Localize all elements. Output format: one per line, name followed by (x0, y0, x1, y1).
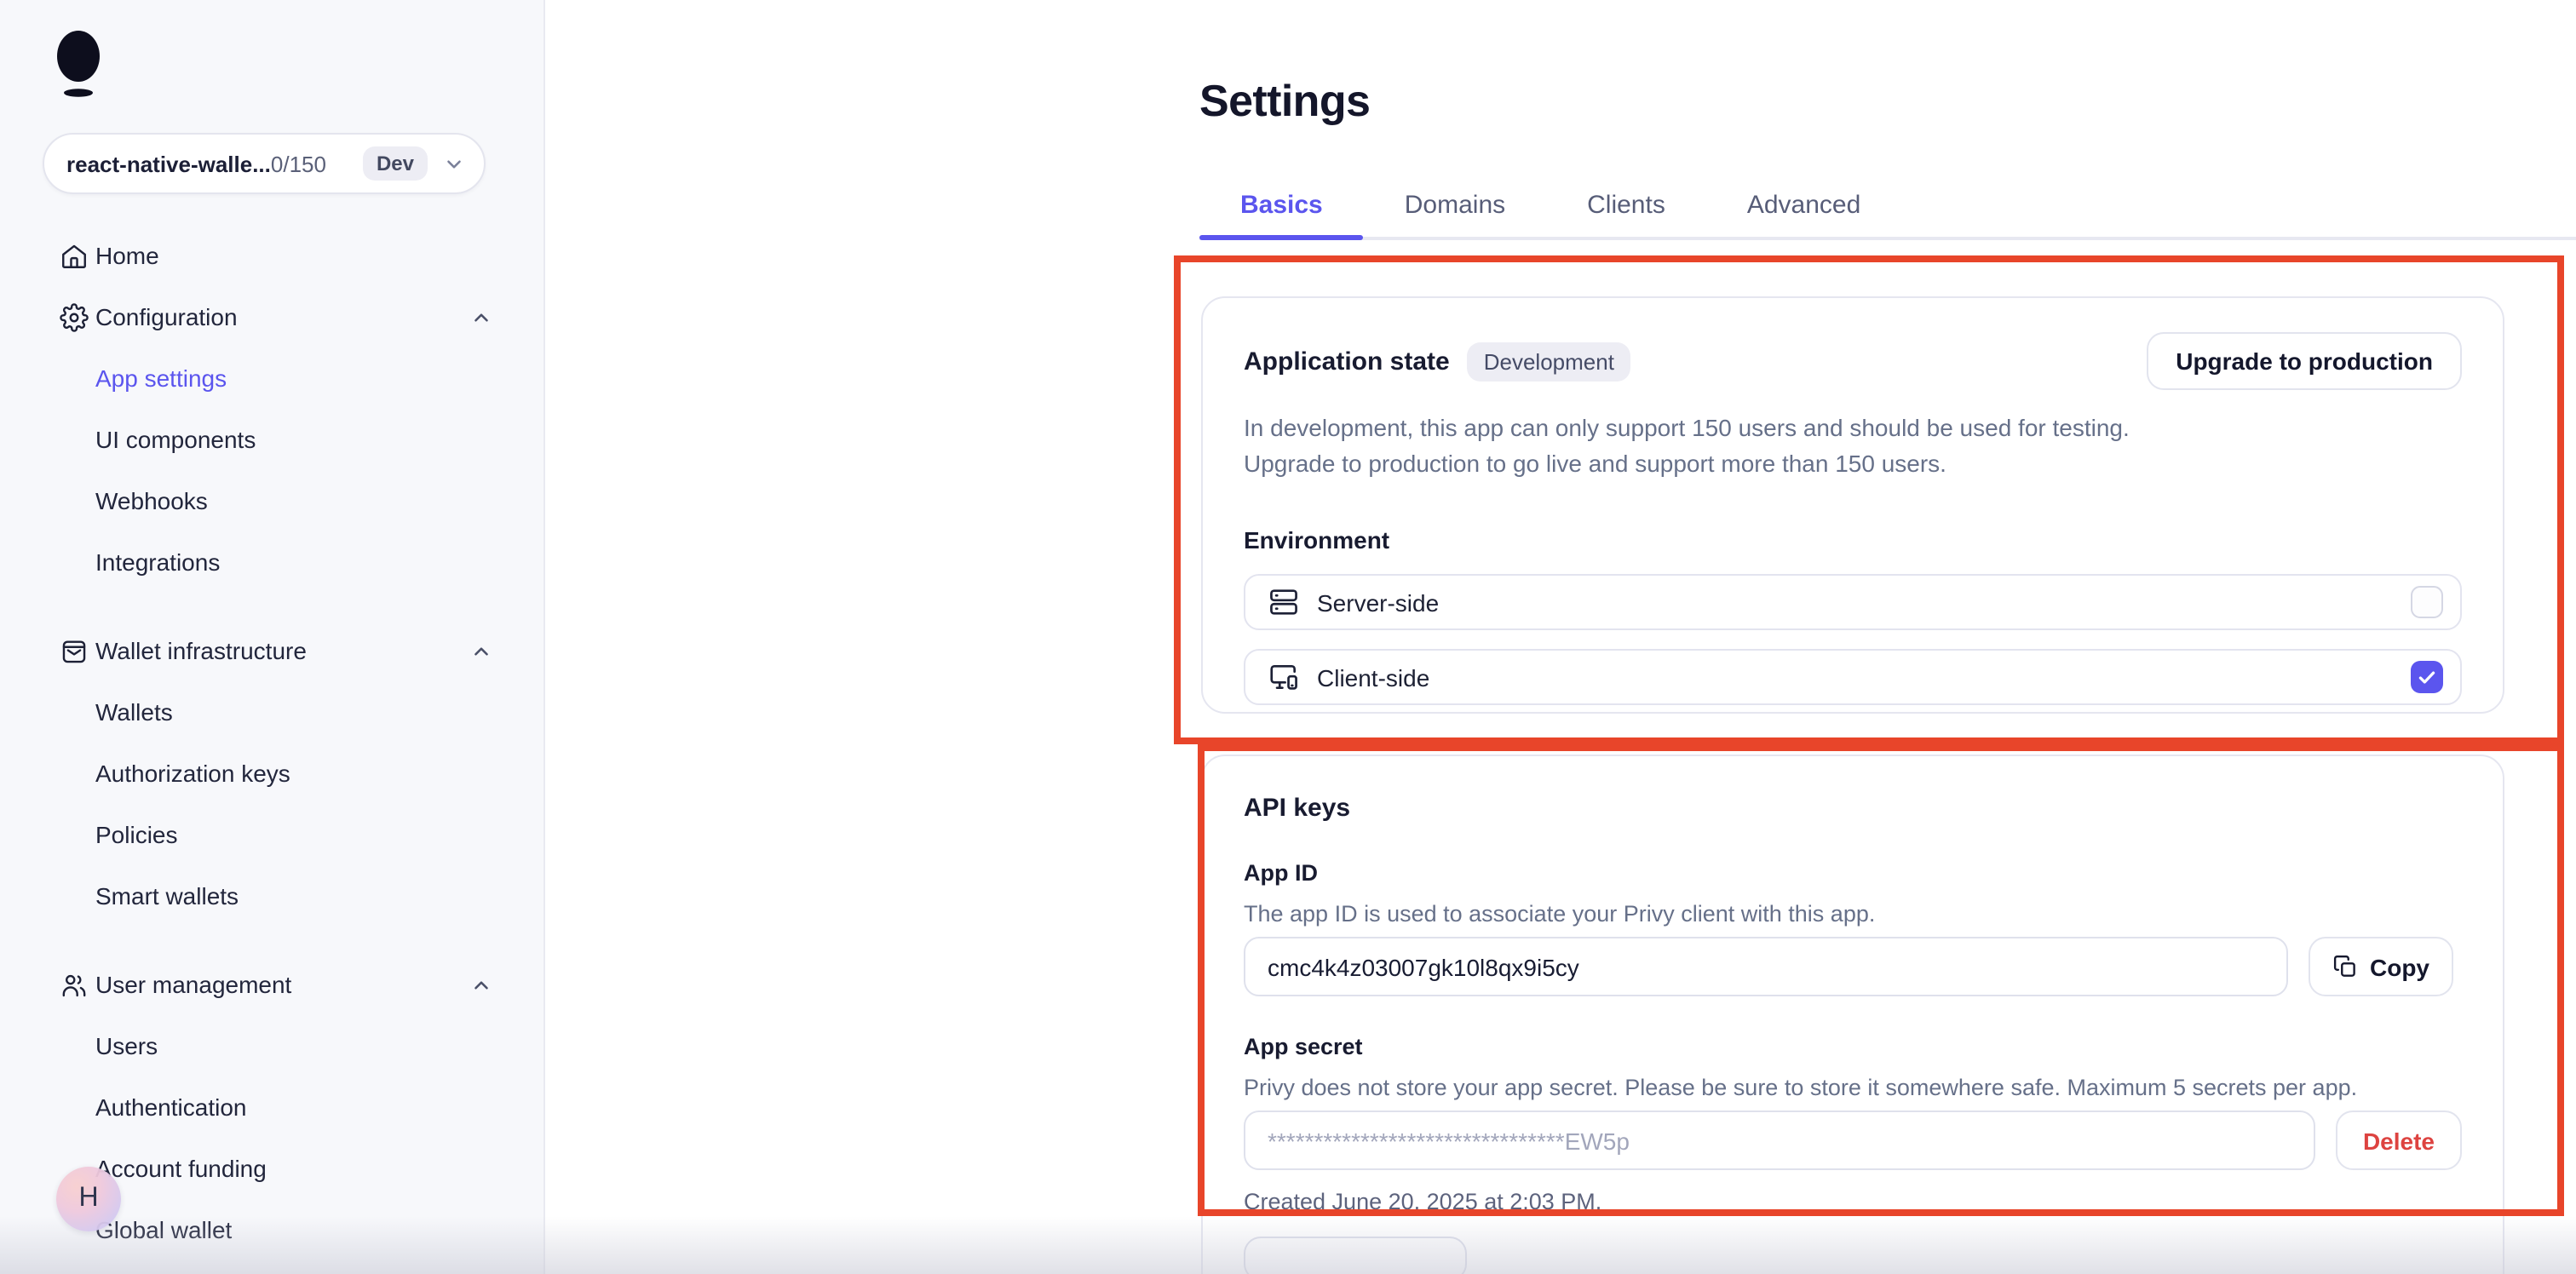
main-content: Settings Basics Domains Clients Advanced… (545, 0, 2576, 1274)
sidebar-item-policies[interactable]: Policies (0, 804, 543, 865)
chevron-up-icon (470, 640, 492, 662)
api-keys-card: API keys App ID The app ID is used to as… (1201, 755, 2504, 1274)
sidebar-item-label: Wallets (95, 698, 173, 726)
sidebar-nav: Home Configuration App settings UI compo… (0, 225, 543, 1260)
app-secret-input[interactable] (1244, 1110, 2315, 1170)
tab-basics[interactable]: Basics (1199, 175, 1364, 237)
sidebar-item-label: App settings (95, 364, 227, 392)
sidebar-item-label: Webhooks (95, 487, 208, 514)
sidebar-item-label: Smart wallets (95, 882, 239, 910)
privy-dashboard: react-native-walle... 0/150 Dev Home Con… (0, 0, 2576, 1274)
sidebar-item-configuration[interactable]: Configuration (0, 286, 543, 347)
partially-visible-button[interactable] (1244, 1237, 1467, 1274)
privy-logo-icon (43, 27, 121, 106)
nav-section-gap (0, 593, 543, 620)
page-title: Settings (1199, 75, 1370, 128)
copy-button-label: Copy (2370, 953, 2429, 980)
app-env-badge: Dev (363, 146, 428, 181)
sidebar-item-authentication[interactable]: Authentication (0, 1076, 543, 1138)
environment-option-client-side[interactable]: Client-side (1244, 649, 2462, 705)
chevron-up-icon (470, 306, 492, 328)
environment-option-server-side[interactable]: Server-side (1244, 574, 2462, 630)
sidebar-item-label: Wallet infrastructure (95, 637, 307, 664)
environment-option-label: Client-side (1317, 663, 1429, 691)
sidebar-item-label: Users (95, 1032, 158, 1059)
sidebar-item-label: Integrations (95, 548, 220, 576)
application-state-description: In development, this app can only suppor… (1244, 410, 2164, 482)
sidebar-item-webhooks[interactable]: Webhooks (0, 470, 543, 531)
secret-created-timestamp: Created June 20, 2025 at 2:03 PM. (1244, 1189, 2462, 1214)
application-state-heading: Application state (1244, 347, 1450, 376)
api-keys-heading: API keys (1244, 794, 2462, 823)
sidebar-item-authorization-keys[interactable]: Authorization keys (0, 743, 543, 804)
app-secret-label: App secret (1244, 1034, 2462, 1059)
copy-icon (2332, 954, 2358, 979)
chevron-down-icon (443, 152, 465, 175)
client-side-checkbox[interactable] (2411, 661, 2443, 693)
sidebar: react-native-walle... 0/150 Dev Home Con… (0, 0, 545, 1274)
server-icon (1268, 586, 1300, 618)
app-selector[interactable]: react-native-walle... 0/150 Dev (43, 133, 486, 194)
tab-advanced[interactable]: Advanced (1706, 175, 1901, 237)
delete-secret-button[interactable]: Delete (2336, 1110, 2462, 1170)
home-icon (60, 241, 89, 270)
environment-option-label: Server-side (1317, 588, 1439, 616)
copy-app-id-button[interactable]: Copy (2309, 937, 2453, 996)
sidebar-item-wallet-infrastructure[interactable]: Wallet infrastructure (0, 620, 543, 681)
sidebar-item-integrations[interactable]: Integrations (0, 531, 543, 593)
sidebar-item-home[interactable]: Home (0, 225, 543, 286)
sidebar-item-label: Global wallet (95, 1216, 232, 1243)
sidebar-item-wallets[interactable]: Wallets (0, 681, 543, 743)
sidebar-item-user-management[interactable]: User management (0, 954, 543, 1015)
server-side-checkbox[interactable] (2411, 586, 2443, 618)
sidebar-item-label: User management (95, 971, 291, 998)
settings-tabs: Basics Domains Clients Advanced (1199, 175, 2576, 240)
app-id-description: The app ID is used to associate your Pri… (1244, 901, 2462, 927)
sidebar-item-label: Policies (95, 821, 178, 848)
app-selector-user-count: 0/150 (271, 151, 326, 176)
sidebar-item-smart-wallets[interactable]: Smart wallets (0, 865, 543, 927)
chevron-up-icon (470, 973, 492, 996)
environment-label: Environment (1244, 526, 2462, 554)
user-avatar[interactable]: H (56, 1167, 121, 1231)
upgrade-to-production-button[interactable]: Upgrade to production (2147, 332, 2462, 390)
sidebar-item-label: Authentication (95, 1093, 246, 1121)
app-secret-description: Privy does not store your app secret. Pl… (1244, 1075, 2462, 1100)
sidebar-item-label: Configuration (95, 303, 238, 330)
sidebar-item-app-settings[interactable]: App settings (0, 347, 543, 409)
development-badge: Development (1467, 341, 1631, 381)
tab-clients[interactable]: Clients (1546, 175, 1706, 237)
sidebar-item-label: Account funding (95, 1155, 267, 1182)
nav-section-gap (0, 927, 543, 954)
gear-icon (60, 302, 89, 331)
app-selector-name: react-native-walle... (66, 151, 271, 176)
app-id-input[interactable] (1244, 937, 2288, 996)
tab-domains[interactable]: Domains (1364, 175, 1546, 237)
wallet-icon (60, 636, 89, 665)
sidebar-item-ui-components[interactable]: UI components (0, 409, 543, 470)
sidebar-item-users[interactable]: Users (0, 1015, 543, 1076)
application-state-card: Application state Development Upgrade to… (1201, 296, 2504, 714)
app-id-label: App ID (1244, 860, 2462, 886)
screenshot-stage: react-native-walle... 0/150 Dev Home Con… (0, 0, 2576, 1274)
users-icon (60, 970, 89, 999)
monitor-smartphone-icon (1268, 661, 1300, 693)
sidebar-item-label: Authorization keys (95, 760, 290, 787)
sidebar-item-label: Home (95, 242, 159, 269)
sidebar-item-label: UI components (95, 426, 256, 453)
avatar-initial: H (78, 1184, 98, 1214)
